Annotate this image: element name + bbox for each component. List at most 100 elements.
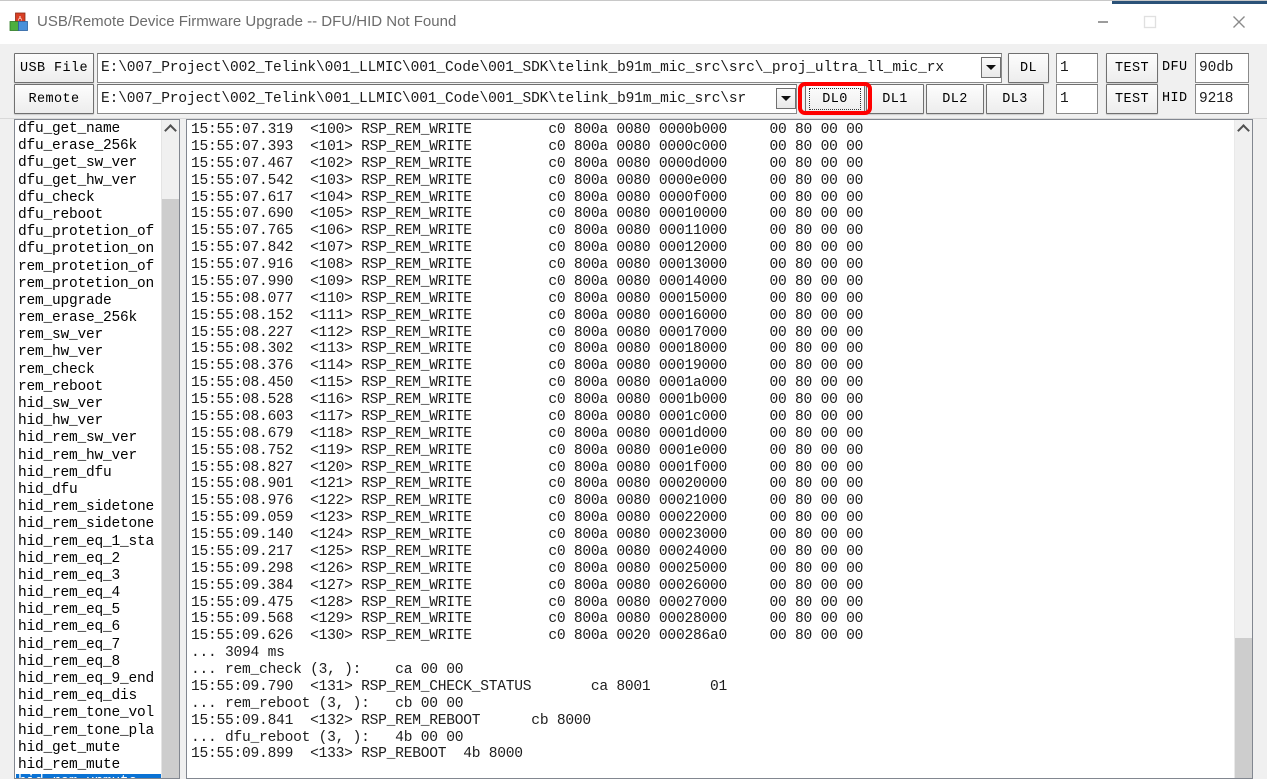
list-item[interactable]: hid_rem_eq_2 <box>16 551 162 568</box>
hid-value-input[interactable]: 9218 <box>1195 84 1249 114</box>
list-item[interactable]: dfu_get_name <box>16 121 162 138</box>
log-scroll-thumb[interactable] <box>1235 638 1252 778</box>
log-line: 15:55:07.542 <103> RSP_REM_WRITE c0 800a… <box>191 173 1235 190</box>
command-list-scroll-thumb[interactable] <box>162 199 179 778</box>
command-list-scrollbar[interactable] <box>161 120 179 778</box>
hid-label: HID <box>1162 84 1188 114</box>
list-item[interactable]: hid_rem_sidetone <box>16 499 162 516</box>
log-line: 15:55:08.227 <112> RSP_REM_WRITE c0 800a… <box>191 325 1235 342</box>
list-item[interactable]: hid_rem_eq_dis <box>16 688 162 705</box>
list-item[interactable]: hid_rem_eq_5 <box>16 602 162 619</box>
list-item[interactable]: hid_rem_sw_ver <box>16 430 162 447</box>
list-item[interactable]: hid_rem_eq_9_end <box>16 671 162 688</box>
usb-file-dropdown-arrow[interactable] <box>981 57 1001 78</box>
close-button[interactable] <box>1211 1 1267 42</box>
log-line: 15:55:07.467 <102> RSP_REM_WRITE c0 800a… <box>191 156 1235 173</box>
minimize-button[interactable] <box>1079 1 1126 42</box>
maximize-icon <box>1143 15 1157 29</box>
log-panel[interactable]: 15:55:07.319 <100> RSP_REM_WRITE c0 800a… <box>186 119 1253 779</box>
log-line: 15:55:08.679 <118> RSP_REM_WRITE c0 800a… <box>191 426 1235 443</box>
list-item[interactable]: dfu_protetion_on <box>16 241 162 258</box>
log-line: 15:55:07.765 <106> RSP_REM_WRITE c0 800a… <box>191 223 1235 240</box>
log-line: 15:55:09.626 <130> RSP_REM_WRITE c0 800a… <box>191 628 1235 645</box>
list-item[interactable]: rem_reboot <box>16 379 162 396</box>
list-item[interactable]: hid_rem_sidetone <box>16 516 162 533</box>
log-line: 15:55:08.376 <114> RSP_REM_WRITE c0 800a… <box>191 358 1235 375</box>
toolbar: USB File E:\007_Project\002_Telink\001_L… <box>0 44 1267 119</box>
chevron-down-icon <box>781 96 791 101</box>
scroll-up-button[interactable] <box>162 120 179 137</box>
log-line: 15:55:09.899 <133> RSP_REBOOT 4b 8000 <box>191 746 1235 763</box>
list-item[interactable]: hid_rem_tone_vol <box>16 705 162 722</box>
log-line: 15:55:08.528 <116> RSP_REM_WRITE c0 800a… <box>191 392 1235 409</box>
log-line: 15:55:08.152 <111> RSP_REM_WRITE c0 800a… <box>191 308 1235 325</box>
log-line: 15:55:07.990 <109> RSP_REM_WRITE c0 800a… <box>191 274 1235 291</box>
list-item[interactable]: hid_rem_eq_6 <box>16 619 162 636</box>
log-line: 15:55:09.140 <124> RSP_REM_WRITE c0 800a… <box>191 527 1235 544</box>
remote-button[interactable]: Remote <box>14 84 94 114</box>
list-item[interactable]: rem_erase_256k <box>16 310 162 327</box>
list-item[interactable]: hid_rem_mute <box>16 757 162 774</box>
log-line: ... rem_check (3, ): ca 00 00 <box>191 662 1235 679</box>
list-item[interactable]: rem_sw_ver <box>16 327 162 344</box>
list-item[interactable]: rem_protetion_of <box>16 259 162 276</box>
list-item[interactable]: dfu_protetion_of <box>16 224 162 241</box>
dl-count-top-input[interactable]: 1 <box>1056 53 1098 83</box>
list-item[interactable]: hid_rem_eq_7 <box>16 637 162 654</box>
test-bottom-button[interactable]: TEST <box>1106 84 1158 114</box>
list-item[interactable]: hid_rem_unmute <box>16 774 162 779</box>
list-item[interactable]: hid_dfu <box>16 482 162 499</box>
dl1-button[interactable]: DL1 <box>866 84 924 114</box>
log-line: 15:55:08.976 <122> RSP_REM_WRITE c0 800a… <box>191 493 1235 510</box>
remote-path-input[interactable]: E:\007_Project\002_Telink\001_LLMIC\001_… <box>97 84 797 114</box>
dl-button[interactable]: DL <box>1008 53 1049 83</box>
list-item[interactable]: hid_rem_eq_4 <box>16 585 162 602</box>
dl2-button-label: DL2 <box>942 92 968 107</box>
test-top-button[interactable]: TEST <box>1106 53 1158 83</box>
list-item[interactable]: rem_check <box>16 362 162 379</box>
test-bottom-button-label: TEST <box>1115 92 1149 107</box>
list-item[interactable]: hid_rem_eq_8 <box>16 654 162 671</box>
command-list[interactable]: dfu_get_namedfu_erase_256kdfu_get_sw_ver… <box>15 120 162 779</box>
log-line: 15:55:07.690 <105> RSP_REM_WRITE c0 800a… <box>191 206 1235 223</box>
list-item[interactable]: rem_upgrade <box>16 293 162 310</box>
list-item[interactable]: dfu_get_hw_ver <box>16 173 162 190</box>
log-line: 15:55:08.901 <121> RSP_REM_WRITE c0 800a… <box>191 476 1235 493</box>
minimize-icon <box>1097 16 1109 28</box>
list-item[interactable]: hid_rem_eq_3 <box>16 568 162 585</box>
test-top-button-label: TEST <box>1115 61 1149 76</box>
list-item[interactable]: dfu_check <box>16 190 162 207</box>
list-item[interactable]: dfu_reboot <box>16 207 162 224</box>
remote-button-label: Remote <box>28 92 79 107</box>
dl2-button[interactable]: DL2 <box>926 84 984 114</box>
dl3-button[interactable]: DL3 <box>986 84 1044 114</box>
list-item[interactable]: hid_sw_ver <box>16 396 162 413</box>
dfu-value-input[interactable]: 90db <box>1195 53 1249 83</box>
maximize-button[interactable] <box>1126 1 1173 42</box>
chevron-down-icon <box>986 65 996 70</box>
list-item[interactable]: hid_get_mute <box>16 740 162 757</box>
log-line: 15:55:08.302 <113> RSP_REM_WRITE c0 800a… <box>191 341 1235 358</box>
dl-count-bottom-input[interactable]: 1 <box>1056 84 1098 114</box>
command-list-panel[interactable]: dfu_get_namedfu_erase_256kdfu_get_sw_ver… <box>14 119 180 779</box>
log-line: ... rem_reboot (3, ): cb 00 00 <box>191 696 1235 713</box>
scroll-up-button[interactable] <box>1235 120 1252 137</box>
log-line: 15:55:07.319 <100> RSP_REM_WRITE c0 800a… <box>191 122 1235 139</box>
list-item[interactable]: hid_rem_eq_1_sta <box>16 534 162 551</box>
list-item[interactable]: dfu_erase_256k <box>16 138 162 155</box>
list-item[interactable]: dfu_get_sw_ver <box>16 155 162 172</box>
list-item[interactable]: hid_hw_ver <box>16 413 162 430</box>
list-item[interactable]: hid_rem_tone_pla <box>16 723 162 740</box>
log-line: 15:55:09.059 <123> RSP_REM_WRITE c0 800a… <box>191 510 1235 527</box>
list-item[interactable]: hid_rem_hw_ver <box>16 448 162 465</box>
log-scrollbar[interactable] <box>1234 120 1252 778</box>
usb-file-path-input[interactable]: E:\007_Project\002_Telink\001_LLMIC\001_… <box>97 53 1002 83</box>
usb-file-button[interactable]: USB File <box>14 53 94 83</box>
dl0-button[interactable]: DL0 <box>805 84 865 114</box>
list-item[interactable]: rem_hw_ver <box>16 344 162 361</box>
focus-outline <box>809 88 861 110</box>
log-line: 15:55:08.077 <110> RSP_REM_WRITE c0 800a… <box>191 291 1235 308</box>
list-item[interactable]: rem_protetion_on <box>16 276 162 293</box>
list-item[interactable]: hid_rem_dfu <box>16 465 162 482</box>
remote-dropdown-arrow[interactable] <box>776 88 796 109</box>
